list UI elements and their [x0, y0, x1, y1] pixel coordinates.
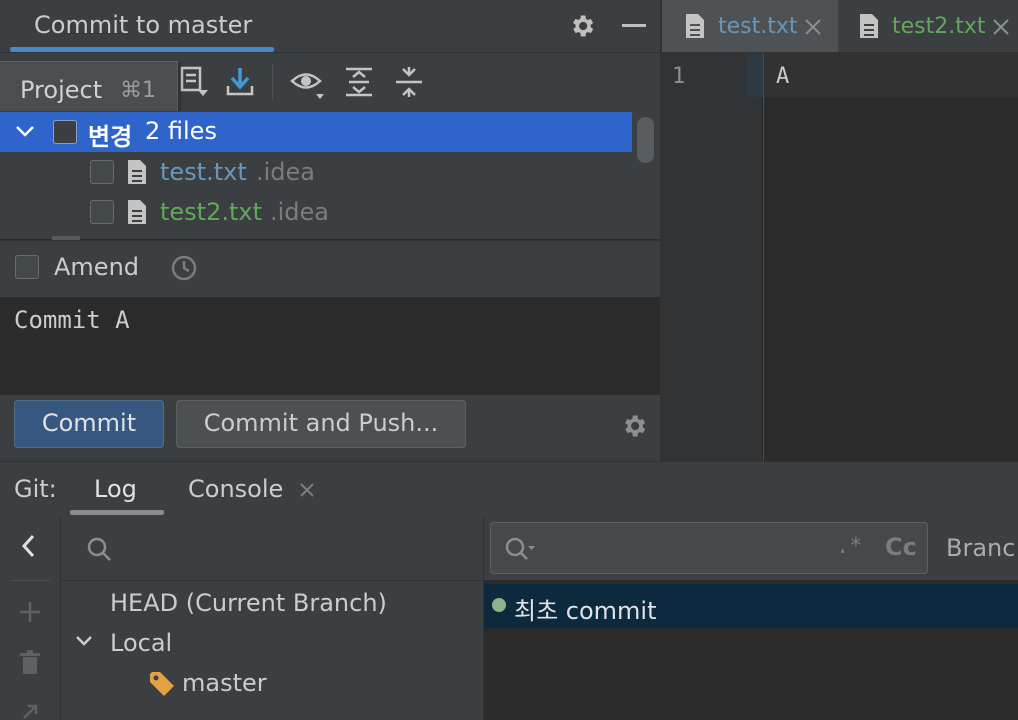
editor-current-line[interactable]: [764, 53, 1018, 97]
match-case-toggle[interactable]: Cc: [885, 533, 917, 561]
trash-icon[interactable]: [19, 650, 41, 676]
commit-button[interactable]: Commit: [14, 400, 164, 448]
amend-label: Amend: [54, 253, 140, 281]
head-branch-node[interactable]: HEAD (Current Branch): [110, 589, 387, 617]
changelist-name: 변경: [88, 123, 133, 151]
editor-text-area[interactable]: [764, 97, 1018, 461]
line-number: 1: [672, 64, 686, 89]
regex-toggle[interactable]: .*: [836, 534, 863, 559]
tree-scrollbar[interactable]: [637, 117, 654, 163]
commit-toolwindow-title[interactable]: Commit to master: [34, 11, 252, 39]
local-branches-node[interactable]: Local: [110, 629, 172, 657]
active-tab-indicator: [10, 47, 274, 52]
active-tab-indicator: [70, 510, 164, 515]
commit-options-gear-icon[interactable]: [620, 412, 648, 440]
commit-message-text[interactable]: Commit A: [14, 306, 130, 334]
changelist-file-count: 2 files: [145, 117, 217, 145]
toolbar-separator: [272, 64, 273, 100]
close-icon[interactable]: [804, 18, 822, 36]
chevron-left-icon[interactable]: [18, 533, 40, 559]
file-directory: .idea: [256, 158, 316, 186]
text-file-icon: [684, 12, 706, 40]
editor-gutter: [662, 53, 762, 461]
chevron-down-icon[interactable]: [74, 633, 94, 649]
tab-label[interactable]: test.txt: [718, 14, 798, 39]
text-file-icon: [858, 12, 880, 40]
current-line-marker: [746, 53, 764, 97]
git-tool-window-tabbar: [0, 461, 1018, 517]
tab-console[interactable]: Console: [188, 475, 283, 503]
file-name[interactable]: test.txt: [160, 158, 247, 186]
amend-checkbox[interactable]: [15, 255, 39, 279]
branches-search-bar[interactable]: [61, 516, 483, 581]
commit-and-push-button[interactable]: Commit and Push...: [176, 400, 466, 448]
file-checkbox[interactable]: [90, 200, 114, 224]
tooltip-label: Project: [20, 76, 103, 104]
close-icon[interactable]: [298, 481, 316, 499]
changelist-checkbox[interactable]: [53, 120, 77, 144]
search-icon[interactable]: [86, 536, 112, 562]
tab-label[interactable]: test2.txt: [892, 14, 986, 39]
collapse-all-icon[interactable]: [394, 66, 424, 98]
expand-all-icon[interactable]: [344, 66, 374, 98]
search-icon[interactable]: [504, 536, 538, 562]
file-directory: .idea: [270, 198, 330, 226]
file-checkbox[interactable]: [90, 160, 114, 184]
commit-graph-node: [492, 598, 506, 612]
commit-subject[interactable]: 최초 commit: [514, 591, 657, 626]
chevron-down-icon[interactable]: [14, 122, 36, 140]
git-label: Git:: [14, 475, 57, 503]
text-file-icon: [126, 198, 148, 226]
toolbar-separator: [10, 580, 50, 581]
text-file-icon: [126, 158, 148, 186]
editor-content[interactable]: A: [776, 64, 789, 89]
branch-master[interactable]: master: [182, 669, 267, 697]
eye-icon[interactable]: [290, 66, 326, 100]
tooltip-shortcut: ⌘1: [120, 78, 156, 103]
file-name[interactable]: test2.txt: [160, 198, 262, 226]
shelve-icon[interactable]: [180, 66, 210, 100]
minimize-icon[interactable]: [622, 24, 646, 27]
update-icon[interactable]: [224, 66, 256, 98]
tab-log[interactable]: Log: [94, 475, 137, 503]
branch-tag-icon: [148, 670, 176, 698]
fetch-arrow-icon[interactable]: [20, 700, 44, 720]
branch-filter-dropdown[interactable]: Branc: [946, 534, 1015, 562]
plus-icon[interactable]: [18, 600, 42, 624]
history-icon[interactable]: [170, 254, 198, 282]
close-icon[interactable]: [992, 18, 1010, 36]
gear-icon[interactable]: [568, 12, 596, 40]
